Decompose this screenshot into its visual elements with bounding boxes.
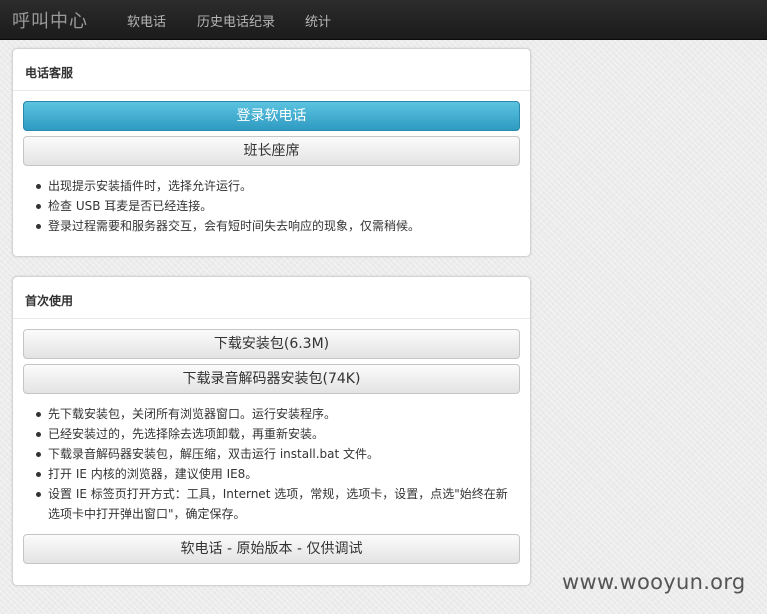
nav-item-statistics[interactable]: 统计 [305,11,331,30]
list-item: 设置 IE 标签页打开方式：工具，Internet 选项，常规，选项卡，设置，点… [36,484,518,524]
top-navbar: 呼叫中心 软电话 历史电话纪录 统计 [0,0,767,40]
panel-divider [13,90,530,91]
first-use-tips-list: 先下载安装包，关闭所有浏览器窗口。运行安装程序。 已经安装过的，先选择除去选项卸… [36,404,518,524]
phone-service-panel: 电话客服 登录软电话 班长座席 出现提示安装插件时，选择允许运行。 检查 USB… [12,48,531,257]
download-codec-button[interactable]: 下载录音解码器安装包(74K) [23,364,520,394]
panel-title: 电话客服 [25,66,74,80]
nav-item-softphone[interactable]: 软电话 [127,11,166,30]
panel-divider [13,318,530,319]
list-item: 先下载安装包，关闭所有浏览器窗口。运行安装程序。 [36,404,518,424]
list-item: 已经安装过的，先选择除去选项卸载，再重新安装。 [36,424,518,444]
panel-title: 首次使用 [25,294,74,308]
first-use-panel: 首次使用 下载安装包(6.3M) 下载录音解码器安装包(74K) 先下载安装包，… [12,276,531,586]
list-item: 下载录音解码器安装包，解压缩，双击运行 install.bat 文件。 [36,444,518,464]
list-item: 检查 USB 耳麦是否已经连接。 [36,196,518,216]
phone-tips-list: 出现提示安装插件时，选择允许运行。 检查 USB 耳麦是否已经连接。 登录过程需… [36,176,518,236]
original-softphone-button[interactable]: 软电话 - 原始版本 - 仅供调试 [23,534,520,564]
watermark: www.wooyun.org [562,570,746,594]
monitor-seat-button[interactable]: 班长座席 [23,136,520,166]
app-brand[interactable]: 呼叫中心 [12,7,88,33]
download-installer-button[interactable]: 下载安装包(6.3M) [23,329,520,359]
list-item: 打开 IE 内核的浏览器，建议使用 IE8。 [36,464,518,484]
nav-item-call-history[interactable]: 历史电话纪录 [197,11,275,30]
list-item: 出现提示安装插件时，选择允许运行。 [36,176,518,196]
login-softphone-button[interactable]: 登录软电话 [23,101,520,131]
list-item: 登录过程需要和服务器交互，会有短时间失去响应的现象，仅需稍候。 [36,216,518,236]
